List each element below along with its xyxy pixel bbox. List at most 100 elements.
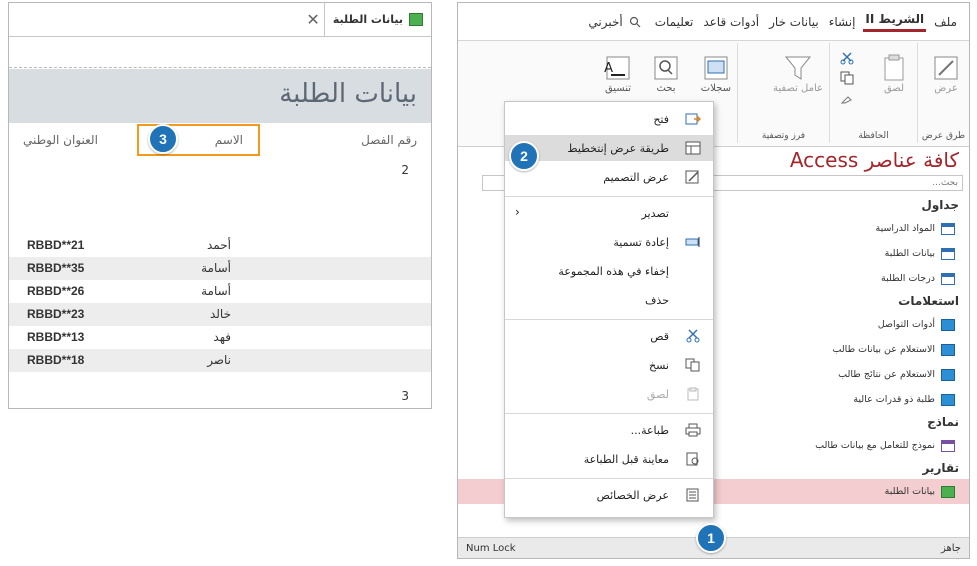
nav-item-label: نموذج للتعامل مع بيانات طالب	[815, 440, 935, 451]
report-tab-bar: بيانات الطلبة ✕	[9, 3, 431, 37]
table-icon	[941, 247, 955, 260]
ribbon-tabs: ملف الشريط II إنشاء بيانات خار أدوات قاع…	[458, 3, 969, 41]
records-icon	[704, 56, 728, 80]
print-icon	[685, 423, 701, 437]
format-painter-icon[interactable]	[840, 91, 854, 105]
query-icon	[941, 393, 955, 406]
copy-icon[interactable]	[840, 71, 854, 85]
print-preview-icon	[685, 452, 701, 466]
menu-item[interactable]: نسخ	[505, 352, 713, 378]
status-ready: جاهز	[940, 542, 961, 554]
group-label-sort-filter: فرز وتصفية	[761, 131, 806, 141]
table-row: أسامة RBBD**26	[9, 280, 431, 303]
report-icon	[409, 13, 423, 26]
form-icon	[941, 439, 955, 452]
find-label: بحث	[656, 83, 676, 94]
menu-item-label: نسخ	[649, 358, 669, 372]
tab-help[interactable]: تعليمات	[653, 15, 696, 29]
callout-badge-2: 2	[509, 141, 539, 171]
menu-item[interactable]: تصدير ‹	[505, 200, 713, 226]
paste-icon	[685, 387, 701, 401]
paste-icon	[884, 54, 904, 81]
menu-item[interactable]: إعادة تسمية	[505, 229, 713, 255]
text-format-icon: A	[604, 56, 630, 80]
national-address-cell: RBBD**35	[27, 261, 85, 275]
clipboard-small-buttons	[840, 51, 854, 105]
menu-separator	[505, 478, 713, 479]
menu-item[interactable]: عرض الخصائص	[505, 482, 713, 508]
tab-home[interactable]: الشريط II	[863, 12, 927, 32]
tab-create[interactable]: إنشاء	[827, 15, 858, 29]
menu-item[interactable]: قص	[505, 323, 713, 349]
column-header-address: العنوان الوطني	[23, 133, 98, 147]
menu-item[interactable]: فتح	[505, 106, 713, 132]
nav-item-label: الاستعلام عن نتائج طالب	[838, 369, 935, 380]
find-button[interactable]: بحث	[651, 53, 681, 94]
layout-view-icon	[685, 141, 701, 155]
ribbon-group-views: عرض طرق عرض	[917, 43, 969, 143]
nav-item-label: أدوات التواصل	[877, 319, 935, 330]
svg-text:A: A	[604, 61, 613, 76]
view-label: عرض	[934, 83, 958, 94]
table-row: ناصر RBBD**18	[9, 349, 431, 372]
view-button[interactable]: عرض	[931, 53, 961, 94]
menu-item-label: قص	[650, 329, 669, 343]
tell-me-search[interactable]: أخبرني	[586, 15, 641, 29]
table-icon	[941, 272, 955, 285]
close-icon[interactable]: ✕	[306, 10, 319, 29]
open-icon	[685, 112, 701, 126]
report-tab[interactable]: بيانات الطلبة	[323, 3, 431, 37]
rename-icon	[685, 235, 701, 249]
view-icon	[934, 56, 958, 80]
format-label: تنسيق	[604, 83, 632, 94]
menu-item-label: حذف	[645, 293, 669, 307]
menu-item[interactable]: معاينة قبل الطباعة	[505, 446, 713, 472]
student-name-cell: خالد	[209, 307, 231, 321]
records-label: سجلات	[700, 83, 731, 94]
menu-item[interactable]: حذف	[505, 287, 713, 313]
format-button[interactable]: A تنسيق	[603, 53, 633, 94]
section-divider	[9, 67, 431, 68]
menu-item[interactable]: طباعة...	[505, 417, 713, 443]
cut-icon	[685, 329, 701, 343]
copy-icon	[685, 358, 701, 372]
table-row: أحمد RBBD**21	[9, 234, 431, 257]
filter-button[interactable]: عامل تصفية	[773, 53, 823, 94]
menu-item-label: إعادة تسمية	[613, 235, 669, 249]
callout-badge-1: 1	[696, 523, 726, 553]
cut-icon[interactable]	[840, 51, 854, 65]
student-name-cell: أسامة	[201, 284, 231, 298]
filter-label: عامل تصفية	[772, 83, 823, 94]
nav-item-label: بيانات الطلبة	[884, 486, 935, 497]
design-view-icon	[685, 170, 701, 184]
report-icon	[941, 485, 955, 498]
group-header-class: 3	[401, 389, 409, 403]
records-button[interactable]: سجلات	[701, 53, 731, 94]
ribbon-group-sort-filter: عامل تصفية فرز وتصفية	[737, 43, 829, 143]
nav-item-label: طلبة ذو قدرات عالية	[853, 394, 935, 405]
find-icon	[654, 56, 678, 80]
menu-separator	[505, 196, 713, 197]
menu-item-label: معاينة قبل الطباعة	[583, 452, 669, 466]
student-name-cell: أحمد	[207, 238, 231, 252]
search-icon	[629, 16, 641, 27]
menu-separator	[505, 319, 713, 320]
status-num-lock: Num Lock	[466, 542, 516, 554]
student-name-cell: ناصر	[207, 353, 231, 367]
menu-item-label: طباعة...	[630, 423, 669, 437]
group-label-views: طرق عرض	[921, 131, 966, 141]
report-window: بيانات الطلبة ✕ بيانات الطلبة رقم الفصل …	[8, 2, 432, 409]
nav-item-label: بيانات الطلبة	[884, 248, 935, 259]
tab-external-data[interactable]: بيانات خار	[767, 15, 821, 29]
menu-item[interactable]: عرض التصميم	[505, 164, 713, 190]
tab-database-tools[interactable]: أدوات قاعد	[701, 15, 761, 29]
column-header-class-no: رقم الفصل	[361, 133, 417, 147]
paste-label: لصق	[883, 83, 905, 94]
paste-button[interactable]: لصق	[879, 53, 909, 94]
report-title: بيانات الطلبة	[279, 79, 417, 109]
report-header: بيانات الطلبة	[9, 69, 431, 123]
menu-item[interactable]: إخفاء في هذه المجموعة	[505, 258, 713, 284]
properties-icon	[685, 488, 701, 502]
tab-file[interactable]: ملف	[932, 15, 959, 29]
menu-item-label: لصق	[646, 387, 669, 401]
